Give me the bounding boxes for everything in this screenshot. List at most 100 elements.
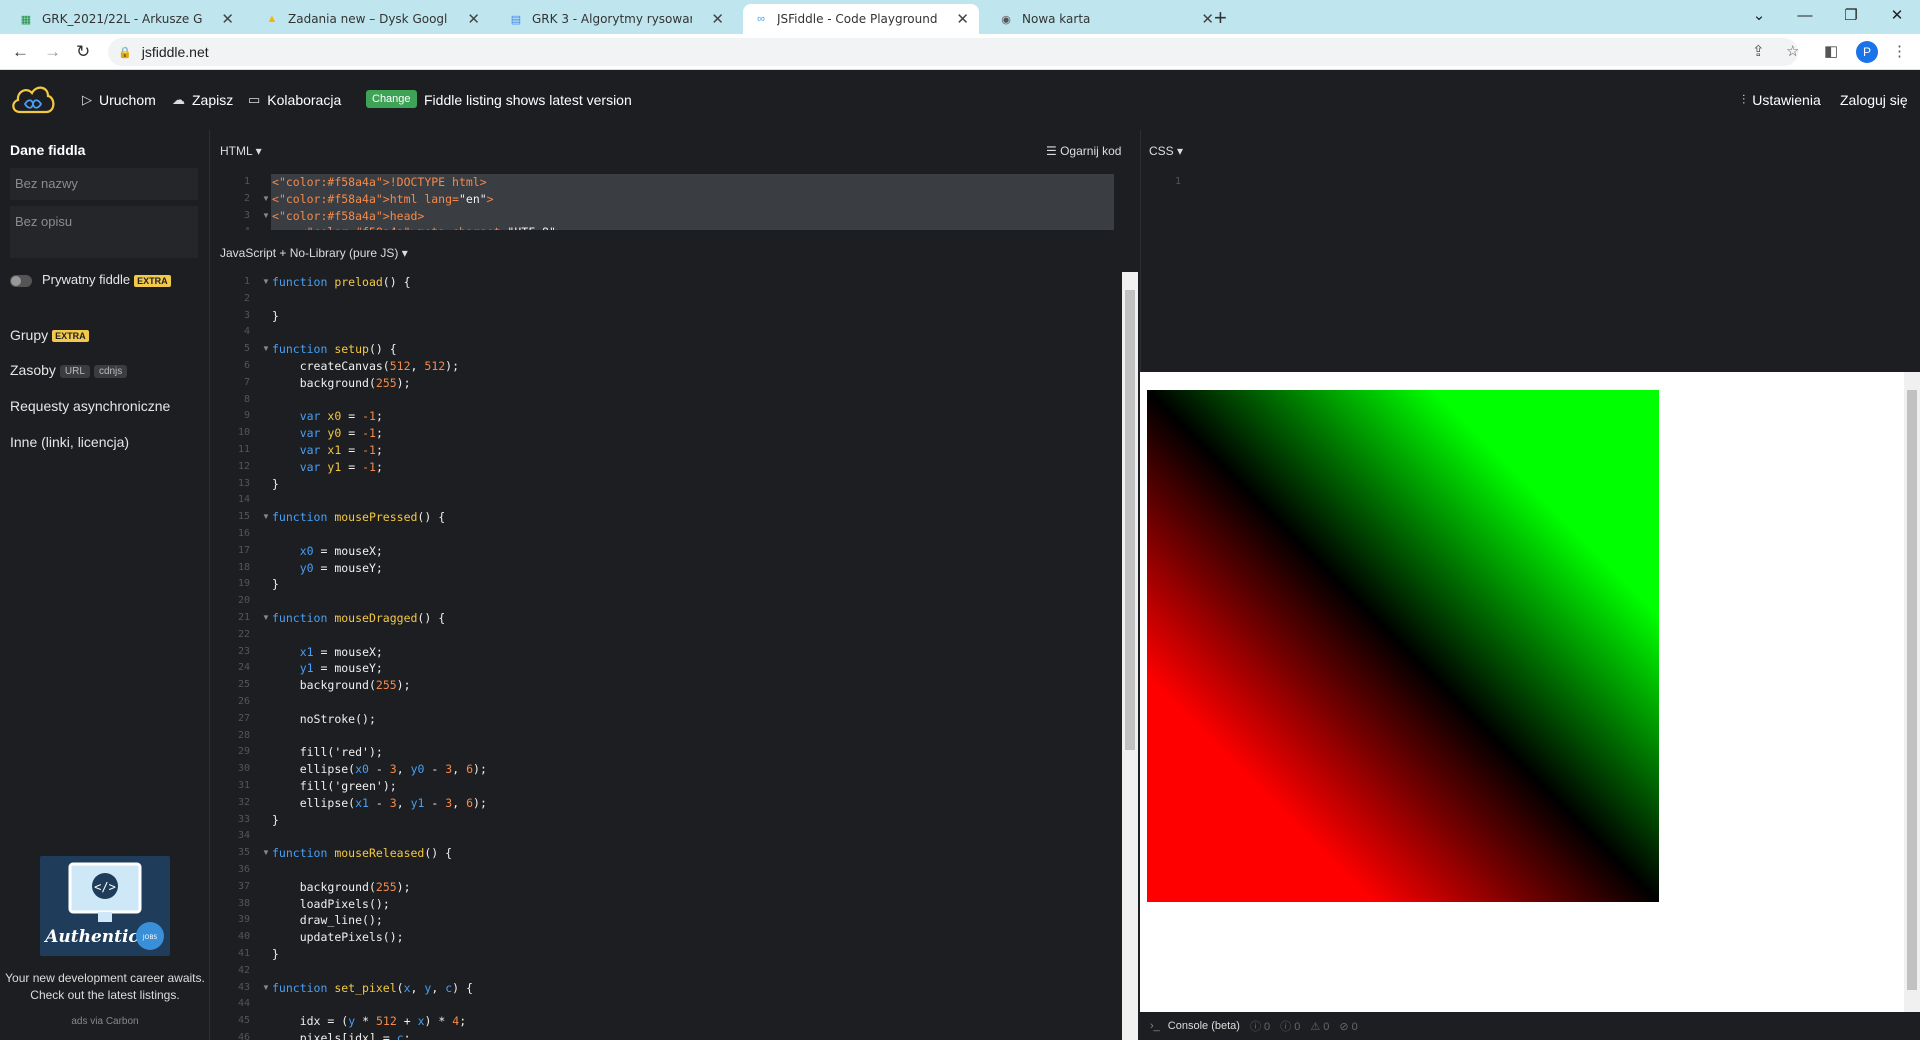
fiddle-description-input[interactable]: Bez opisu: [10, 206, 198, 258]
address-bar: ← → ↻ 🔒 jsfiddle.net ⇪ ☆ ◧ P ⋮: [0, 34, 1920, 70]
chat-icon: ▭: [248, 92, 261, 107]
url-input[interactable]: 🔒 jsfiddle.net: [108, 38, 1798, 66]
close-tab-icon[interactable]: ✕: [1201, 10, 1214, 28]
tidy-button[interactable]: ☰ Ogarnij kod: [1046, 144, 1121, 158]
fold-arrow-icon[interactable]: ▼: [262, 344, 270, 353]
groups-section[interactable]: Grupy EXTRA: [10, 327, 89, 343]
bookmark-star-icon[interactable]: ☆: [1786, 42, 1799, 60]
close-tab-icon[interactable]: ✕: [711, 10, 724, 28]
line-number: 10: [237, 427, 250, 439]
settings-button[interactable]: ⫶ Ustawienia: [1742, 92, 1821, 108]
code-line: <"color:#f58a4a">!DOCTYPE html>: [272, 175, 487, 189]
line-number: 27: [237, 712, 250, 724]
line-number: 34: [237, 830, 250, 842]
change-badge[interactable]: Change: [366, 90, 417, 108]
browser-tab[interactable]: ◉ Nowa karta ✕: [988, 4, 1224, 34]
console-bar[interactable]: ›_ Console (beta) ⓘ 0 ⓘ 0 ⚠ 0 ⊘ 0: [1140, 1012, 1920, 1040]
code-line: function mousePressed() {: [272, 510, 446, 525]
close-tab-icon[interactable]: ✕: [467, 10, 480, 28]
ad-text[interactable]: Your new development career awaits. Chec…: [0, 970, 210, 1004]
scroll-thumb[interactable]: [1907, 390, 1917, 990]
collaborate-button[interactable]: ▭ Kolaboracja: [248, 92, 341, 108]
code-line: var y0 = -1;: [299, 426, 383, 441]
html-language-select[interactable]: HTML ▾: [220, 144, 262, 158]
line-number: 24: [237, 662, 250, 674]
browser-tab[interactable]: ▦ GRK_2021/22L - Arkusze Google ✕: [8, 4, 244, 34]
fold-arrow-icon[interactable]: ▼: [262, 277, 270, 286]
html-editor[interactable]: 1 <"color:#f58a4a">!DOCTYPE html> 2 ▼ <"colo…: [210, 174, 1140, 230]
resources-section[interactable]: Zasoby URL cdnjs: [10, 362, 128, 378]
browser-tab[interactable]: ▲ Zadania new – Dysk Google ✕: [254, 4, 490, 34]
line-number: 37: [237, 880, 250, 892]
css-language-select[interactable]: CSS ▾: [1149, 144, 1183, 158]
new-tab-button[interactable]: +: [1214, 5, 1227, 31]
result-scrollbar[interactable]: [1904, 372, 1920, 1012]
tab-search-icon[interactable]: ⌄: [1736, 0, 1782, 34]
line-number: 13: [237, 477, 250, 489]
line-number: 42: [237, 964, 250, 976]
fold-arrow-icon[interactable]: ▼: [262, 211, 270, 220]
code-line: fill('green');: [299, 779, 397, 793]
reload-icon[interactable]: ↻: [76, 42, 90, 62]
line-number: 46: [237, 1032, 250, 1040]
other-section[interactable]: Inne (linki, licencja): [10, 434, 129, 450]
restore-button[interactable]: ❐: [1828, 0, 1874, 34]
css-editor[interactable]: [1185, 170, 1905, 360]
code-line: fill('red');: [299, 745, 383, 760]
code-line: noStroke();: [299, 711, 376, 726]
cdnjs-tag[interactable]: cdnjs: [93, 364, 128, 378]
close-tab-icon[interactable]: ✕: [221, 10, 234, 28]
fold-arrow-icon[interactable]: ▼: [262, 512, 270, 521]
p5-canvas[interactable]: [1147, 390, 1659, 902]
code-line: var x0 = -1;: [299, 409, 383, 424]
browser-tab[interactable]: ∞ JSFiddle - Code Playground ✕: [743, 4, 979, 34]
jsfiddle-logo-icon[interactable]: [10, 82, 56, 116]
line-number: 15: [237, 511, 250, 523]
code-line: y1 = mouseY;: [299, 661, 383, 676]
code-line: ellipse(x1 - 3, y1 - 3, 6);: [299, 795, 487, 810]
fiddle-sidebar: Dane fiddla Bez nazwy Bez opisu Prywatny…: [0, 130, 210, 1040]
ad-image[interactable]: </> Authentic JOBS: [40, 856, 170, 956]
line-number: 21: [237, 612, 250, 623]
url-tag[interactable]: URL: [59, 364, 90, 378]
async-requests-section[interactable]: Requesty asynchroniczne: [10, 398, 170, 414]
line-number: 14: [237, 494, 250, 506]
side-panel-icon[interactable]: ◧: [1824, 42, 1838, 60]
fiddle-name-input[interactable]: Bez nazwy: [10, 168, 198, 200]
scroll-thumb[interactable]: [1125, 290, 1135, 750]
code-line: idx = (y * 512 + x) * 4;: [299, 1014, 467, 1029]
code-line: <"color:#f58a4a">head>: [272, 208, 425, 223]
forward-icon[interactable]: →: [44, 42, 61, 62]
cloud-upload-icon: ☁: [172, 92, 185, 107]
close-window-button[interactable]: ✕: [1874, 0, 1920, 34]
line-number: 17: [237, 544, 250, 556]
back-icon[interactable]: ←: [12, 42, 29, 62]
fold-arrow-icon[interactable]: ▼: [262, 613, 270, 622]
js-editor[interactable]: 1 ▼ function preload() {2 3} 4 5 ▼ function set…: [210, 270, 1122, 1040]
code-line: updatePixels();: [299, 930, 404, 945]
fold-arrow-icon[interactable]: ▼: [262, 194, 270, 203]
code-line: }: [272, 812, 279, 827]
close-tab-icon[interactable]: ✕: [956, 10, 969, 28]
run-button[interactable]: ▷ Uruchom: [82, 92, 156, 108]
line-number: 3: [243, 309, 250, 321]
minimize-button[interactable]: —: [1782, 0, 1828, 34]
line-number: 11: [237, 444, 250, 455]
line-number: 29: [237, 746, 250, 758]
fold-arrow-icon[interactable]: ▼: [262, 848, 270, 857]
ad-via-carbon[interactable]: ads via Carbon: [0, 1016, 210, 1027]
profile-avatar[interactable]: P: [1856, 41, 1878, 63]
save-button[interactable]: ☁ Zapisz: [172, 92, 233, 108]
js-editor-scrollbar[interactable]: [1122, 272, 1138, 1040]
fold-arrow-icon[interactable]: ▼: [262, 983, 270, 992]
js-language-select[interactable]: JavaScript + No-Library (pure JS) ▾: [220, 246, 408, 260]
login-button[interactable]: Zaloguj się: [1840, 92, 1908, 108]
line-number: 30: [237, 763, 250, 775]
browser-tab[interactable]: ▤ GRK 3 - Algorytmy rysowania - D ✕: [498, 4, 734, 34]
browser-menu-icon[interactable]: ⋮: [1892, 42, 1907, 60]
console-log-count: ⓘ 0: [1249, 1021, 1271, 1033]
share-icon[interactable]: ⇪: [1752, 42, 1765, 60]
line-number: 33: [237, 813, 250, 825]
private-toggle[interactable]: [10, 275, 32, 287]
result-frame[interactable]: [1140, 372, 1920, 1012]
